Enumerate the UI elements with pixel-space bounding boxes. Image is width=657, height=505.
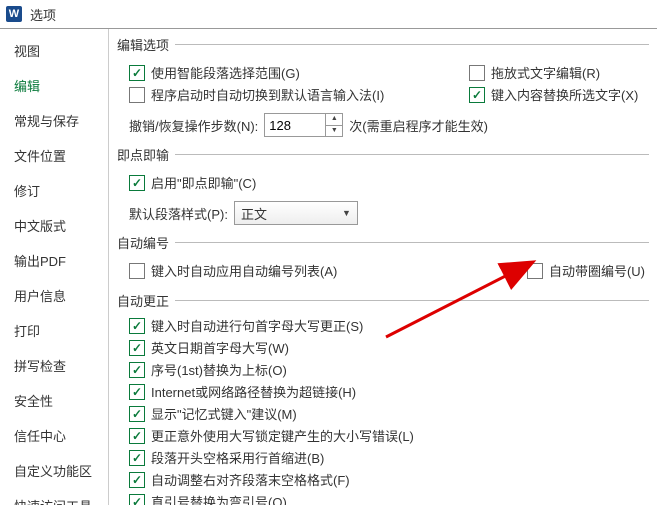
checkbox-enable-click-type[interactable]: 启用"即点即输"(C): [129, 173, 256, 192]
main-panel: 编辑选项 使用智能段落选择范围(G) 程序启动时自动切换到默认语言输入法(I): [109, 29, 657, 505]
sidebar-item-view[interactable]: 视图: [0, 33, 108, 68]
divider: [175, 154, 649, 155]
sidebar-item-edit[interactable]: 编辑: [0, 68, 108, 103]
sidebar-item-chinese-layout[interactable]: 中文版式: [0, 208, 108, 243]
checkbox-english-date-caps[interactable]: 英文日期首字母大写(W): [129, 338, 649, 357]
checkbox-icon: [129, 65, 145, 81]
checkbox-replace-selected[interactable]: 键入内容替换所选文字(X): [469, 85, 649, 104]
checkbox-internet-hyperlink[interactable]: Internet或网络路径替换为超链接(H): [129, 382, 649, 401]
checkbox-label: 英文日期首字母大写(W): [151, 338, 289, 357]
checkbox-caps-lock-misuse[interactable]: 更正意外使用大写锁定键产生的大小写错误(L): [129, 426, 649, 445]
sidebar-item-trust-center[interactable]: 信任中心: [0, 418, 108, 453]
divider: [175, 44, 649, 45]
checkbox-auto-circled-number[interactable]: 自动带圈编号(U): [527, 261, 645, 280]
checkbox-icon: [129, 362, 145, 378]
checkbox-capitalize-sentence[interactable]: 键入时自动进行句首字母大写更正(S): [129, 316, 649, 335]
checkbox-label: 启用"即点即输"(C): [151, 173, 256, 192]
default-para-label: 默认段落样式(P):: [129, 204, 228, 223]
checkbox-label: 显示"记忆式键入"建议(M): [151, 404, 297, 423]
sidebar-item-custom-ribbon[interactable]: 自定义功能区: [0, 453, 108, 488]
checkbox-drag-text[interactable]: 拖放式文字编辑(R): [469, 63, 649, 82]
spinner-up-icon[interactable]: ▲: [326, 114, 342, 126]
window-title: 选项: [30, 5, 56, 24]
checkbox-straight-to-curly[interactable]: 直引号替换为弯引号(Q): [129, 492, 649, 505]
group-title-auto-number: 自动编号: [117, 233, 169, 252]
undo-steps-input[interactable]: [265, 114, 325, 136]
sidebar-item-spellcheck[interactable]: 拼写检查: [0, 348, 108, 383]
checkbox-auto-number-list[interactable]: 键入时自动应用自动编号列表(A): [129, 261, 469, 280]
checkbox-label: 自动带圈编号(U): [549, 261, 645, 280]
sidebar: 视图 编辑 常规与保存 文件位置 修订 中文版式 输出PDF 用户信息 打印 拼…: [0, 29, 109, 505]
divider: [175, 242, 649, 243]
checkbox-adjust-align-spaces[interactable]: 自动调整右对齐段落末空格格式(F): [129, 470, 649, 489]
chevron-down-icon: ▼: [342, 208, 351, 218]
group-title-click-type: 即点即输: [117, 145, 169, 164]
checkbox-label: 更正意外使用大写锁定键产生的大小写错误(L): [151, 426, 414, 445]
checkbox-label: 程序启动时自动切换到默认语言输入法(I): [151, 85, 384, 104]
checkbox-label: Internet或网络路径替换为超链接(H): [151, 382, 356, 401]
checkbox-label: 段落开头空格采用行首缩进(B): [151, 448, 324, 467]
undo-steps-suffix: 次(需重启程序才能生效): [349, 116, 488, 135]
sidebar-item-output-pdf[interactable]: 输出PDF: [0, 243, 108, 278]
checkbox-label: 使用智能段落选择范围(G): [151, 63, 300, 82]
checkbox-icon: [129, 384, 145, 400]
checkbox-label: 键入时自动应用自动编号列表(A): [151, 261, 337, 280]
divider: [175, 300, 649, 301]
sidebar-item-print[interactable]: 打印: [0, 313, 108, 348]
checkbox-icon: [469, 87, 485, 103]
checkbox-icon: [129, 318, 145, 334]
checkbox-icon: [129, 175, 145, 191]
checkbox-label: 键入时自动进行句首字母大写更正(S): [151, 316, 363, 335]
select-value: 正文: [241, 204, 267, 223]
checkbox-icon: [129, 450, 145, 466]
undo-steps-label: 撤销/恢复操作步数(N):: [129, 116, 258, 135]
checkbox-label: 自动调整右对齐段落末空格格式(F): [151, 470, 350, 489]
sidebar-item-security[interactable]: 安全性: [0, 383, 108, 418]
title-bar: W 选项: [0, 0, 657, 29]
spinner-down-icon[interactable]: ▼: [326, 126, 342, 137]
checkbox-icon: [129, 263, 145, 279]
checkbox-label: 键入内容替换所选文字(X): [491, 85, 638, 104]
checkbox-icon: [129, 428, 145, 444]
sidebar-item-file-location[interactable]: 文件位置: [0, 138, 108, 173]
sidebar-item-general-save[interactable]: 常规与保存: [0, 103, 108, 138]
checkbox-memory-suggest[interactable]: 显示"记忆式键入"建议(M): [129, 404, 649, 423]
checkbox-icon: [129, 340, 145, 356]
checkbox-icon: [527, 263, 543, 279]
checkbox-icon: [129, 87, 145, 103]
checkbox-label: 直引号替换为弯引号(Q): [151, 492, 287, 505]
checkbox-icon: [129, 494, 145, 505]
checkbox-icon: [129, 406, 145, 422]
sidebar-item-revision[interactable]: 修订: [0, 173, 108, 208]
group-title-edit-options: 编辑选项: [117, 35, 169, 54]
checkbox-icon: [469, 65, 485, 81]
undo-steps-spinner[interactable]: ▲ ▼: [264, 113, 343, 137]
default-para-select[interactable]: 正文 ▼: [234, 201, 358, 225]
sidebar-item-quick-access[interactable]: 快速访问工具栏: [0, 488, 108, 505]
checkbox-startup-default-ime[interactable]: 程序启动时自动切换到默认语言输入法(I): [129, 85, 469, 104]
checkbox-smart-paragraph[interactable]: 使用智能段落选择范围(G): [129, 63, 469, 82]
checkbox-label: 拖放式文字编辑(R): [491, 63, 600, 82]
checkbox-label: 序号(1st)替换为上标(O): [151, 360, 287, 379]
checkbox-ordinal-superscript[interactable]: 序号(1st)替换为上标(O): [129, 360, 649, 379]
app-logo: W: [6, 6, 22, 22]
checkbox-para-start-indent[interactable]: 段落开头空格采用行首缩进(B): [129, 448, 649, 467]
group-title-auto-correct: 自动更正: [117, 291, 169, 310]
sidebar-item-user-info[interactable]: 用户信息: [0, 278, 108, 313]
checkbox-icon: [129, 472, 145, 488]
